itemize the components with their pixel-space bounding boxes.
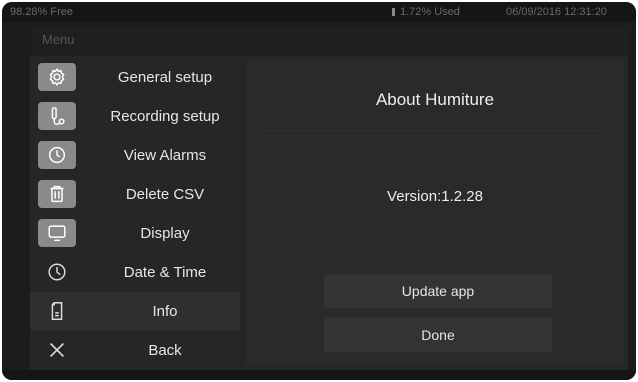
update-app-button[interactable]: Update app bbox=[324, 274, 552, 308]
menu-item-label: Display bbox=[140, 225, 190, 242]
menu-item-info[interactable]: Info bbox=[30, 292, 240, 330]
panel-title: About Humiture bbox=[375, 90, 495, 109]
menu-item-recording-setup[interactable]: Recording setup bbox=[30, 97, 240, 135]
close-icon bbox=[38, 336, 76, 364]
menu-item-label: Delete CSV bbox=[125, 186, 205, 203]
document-icon bbox=[38, 297, 76, 325]
menu-list: General setup Recording setup View Alarm… bbox=[30, 56, 240, 370]
menu-header bbox=[32, 26, 630, 56]
version-text: Version:1.2.28 bbox=[387, 188, 483, 205]
menu-item-label: Info bbox=[152, 303, 178, 320]
status-bar: 98.28% Free 1.72% Used 06/09/2016 12:31:… bbox=[2, 2, 636, 22]
info-panel: About Humiture Version:1.2.28 Update app… bbox=[246, 60, 624, 366]
storage-used-text: 1.72% Used bbox=[400, 6, 460, 18]
probe-icon bbox=[38, 102, 76, 130]
datetime-text: 06/09/2016 12:31:20 bbox=[506, 6, 607, 18]
bottom-toolbar bbox=[2, 370, 636, 380]
menu-item-general-setup[interactable]: General setup bbox=[30, 58, 240, 96]
divider bbox=[266, 130, 604, 131]
menu-item-view-alarms[interactable]: View Alarms bbox=[30, 136, 240, 174]
done-button[interactable]: Done bbox=[324, 318, 552, 352]
device-screen: 98.28% Free 1.72% Used 06/09/2016 12:31:… bbox=[2, 2, 636, 380]
menu-item-date-time[interactable]: Date & Time bbox=[30, 253, 240, 291]
alarm-clock-icon bbox=[38, 141, 76, 169]
gear-icon bbox=[38, 63, 76, 91]
menu-item-label: General setup bbox=[117, 69, 213, 86]
menu-item-label: Recording setup bbox=[110, 108, 220, 125]
clock-icon bbox=[38, 258, 76, 286]
menu-item-back[interactable]: Back bbox=[30, 331, 240, 369]
menu-item-delete-csv[interactable]: Delete CSV bbox=[30, 175, 240, 213]
menu-item-label: Back bbox=[148, 342, 182, 359]
trash-icon bbox=[38, 180, 76, 208]
monitor-icon bbox=[38, 219, 76, 247]
menu-item-label: View Alarms bbox=[123, 147, 207, 164]
menu-item-label: Date & Time bbox=[123, 264, 207, 281]
storage-free-text: 98.28% Free bbox=[10, 6, 73, 18]
menu-title: Menu bbox=[42, 32, 75, 47]
menu-dialog: General setup Recording setup View Alarm… bbox=[30, 56, 628, 370]
menu-item-display[interactable]: Display bbox=[30, 214, 240, 252]
storage-bar bbox=[392, 8, 395, 16]
